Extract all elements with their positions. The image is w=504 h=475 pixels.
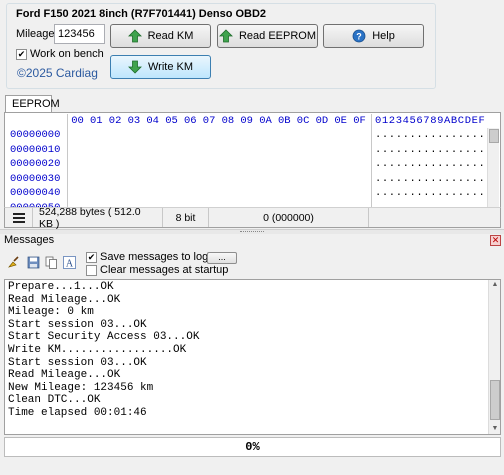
cursor-position: 0 (000000) xyxy=(209,208,369,227)
read-eeprom-label: Read EEPROM xyxy=(238,30,317,42)
progress-bar: 0% xyxy=(4,437,501,457)
clear-startup-row[interactable]: Clear messages at startup xyxy=(86,264,228,276)
write-km-button[interactable]: Write KM xyxy=(110,55,211,79)
svg-text:?: ? xyxy=(356,32,362,42)
messages-title: Messages xyxy=(4,234,55,246)
save-disk-icon[interactable] xyxy=(27,256,40,269)
menu-button[interactable] xyxy=(5,208,33,227)
clear-startup-checkbox[interactable] xyxy=(86,264,97,276)
hex-grid[interactable] xyxy=(69,128,370,212)
work-on-bench-checkbox[interactable]: ✔ xyxy=(16,48,27,60)
hex-column-label: 0A xyxy=(259,115,272,127)
help-button[interactable]: ? Help xyxy=(323,24,424,48)
read-eeprom-button[interactable]: Read EEPROM xyxy=(217,24,318,48)
clear-startup-label: Clear messages at startup xyxy=(100,264,229,276)
hex-column-label: 03 xyxy=(127,115,141,127)
scroll-thumb[interactable] xyxy=(490,380,500,420)
hex-column-label: 09 xyxy=(240,115,253,127)
hex-column-label: 06 xyxy=(183,115,197,127)
read-km-label: Read KM xyxy=(147,30,194,42)
copyright-text: ©2025 Cardiag xyxy=(17,66,98,80)
hex-address: 00000000 xyxy=(10,129,61,141)
hex-column-label: 0E xyxy=(334,115,347,127)
close-icon[interactable]: ✕ xyxy=(490,235,501,246)
mileage-input[interactable] xyxy=(54,24,105,44)
address-divider xyxy=(67,114,68,217)
hex-column-label: 04 xyxy=(146,115,159,127)
hex-address: 00000030 xyxy=(10,172,61,185)
log-line: Mileage: 0 km xyxy=(8,306,94,319)
save-log-row[interactable]: ✔ Save messages to log file xyxy=(86,251,225,263)
hex-address: 00000020 xyxy=(10,158,61,171)
log-vertical-scrollbar[interactable]: ▲ ▼ xyxy=(488,280,500,434)
tab-eeprom[interactable]: EEPROM xyxy=(5,95,60,113)
work-on-bench-row[interactable]: ✔ Work on bench xyxy=(16,48,104,60)
hex-column-label: 0B xyxy=(277,115,291,127)
hex-ascii-row: ................ xyxy=(375,158,486,171)
log-line: Start session 03...OK xyxy=(8,356,147,369)
ascii-column-header: 0123456789ABCDEF xyxy=(375,115,486,127)
hex-address: 00000040 xyxy=(10,187,61,200)
browse-log-button[interactable]: ... xyxy=(207,252,237,264)
file-size: 524,288 bytes ( 512.0 KB ) xyxy=(33,206,163,230)
font-icon[interactable]: A xyxy=(63,256,76,269)
log-line: Start session 03...OK xyxy=(8,318,147,331)
log-line: Prepare...1...OK xyxy=(8,281,114,293)
hex-column-label: 0C xyxy=(296,115,310,127)
hex-column-label: 0D xyxy=(315,115,329,127)
save-log-checkbox[interactable]: ✔ xyxy=(86,251,97,263)
device-title: Ford F150 2021 8inch (R7F701441) Denso O… xyxy=(13,8,270,20)
green-arrow-up-icon xyxy=(127,29,142,43)
scroll-down-icon[interactable]: ▼ xyxy=(491,425,499,433)
hex-column-label: 0F xyxy=(353,115,366,127)
hex-column-label: 02 xyxy=(108,115,122,127)
log-line: Time elapsed 00:01:46 xyxy=(8,407,147,419)
write-km-label: Write KM xyxy=(147,61,194,73)
read-km-button[interactable]: Read KM xyxy=(110,24,211,48)
panel-splitter[interactable] xyxy=(0,229,504,234)
copy-icon[interactable] xyxy=(45,256,58,269)
svg-text:A: A xyxy=(66,259,74,270)
hex-column-label: 07 xyxy=(202,115,216,127)
log-line: Read Mileage...OK xyxy=(8,369,121,382)
scroll-up-icon[interactable]: ▲ xyxy=(491,281,499,289)
hex-ascii-row: ................ xyxy=(375,129,486,141)
hex-column-label: 01 xyxy=(89,115,103,127)
work-on-bench-label: Work on bench xyxy=(30,48,104,60)
log-line: Write KM.................OK xyxy=(8,344,187,356)
green-arrow-down-icon xyxy=(128,60,142,74)
bottom-strip xyxy=(0,460,504,475)
hex-vertical-scrollbar[interactable] xyxy=(487,128,499,214)
help-question-icon: ? xyxy=(352,29,366,43)
log-line: New Mileage: 123456 km xyxy=(8,381,154,394)
hamburger-icon xyxy=(12,212,25,223)
progress-label: 0% xyxy=(245,440,260,454)
green-arrow-up-icon xyxy=(219,29,233,43)
scroll-thumb[interactable] xyxy=(489,129,499,143)
log-line: Read Mileage...OK xyxy=(8,293,121,306)
hex-address: 00000010 xyxy=(10,143,61,156)
hex-column-label: 00 xyxy=(71,115,84,127)
hex-ascii-row: ................ xyxy=(375,187,486,200)
log-line: Clean DTC...OK xyxy=(8,394,101,407)
messages-toolbar: A xyxy=(0,248,504,278)
message-log[interactable]: Prepare...1...OK Read Mileage...OK Mileage… xyxy=(4,279,501,435)
hex-column-label: 05 xyxy=(165,115,178,127)
status-bar: 524,288 bytes ( 512.0 KB ) 8 bit 0 (0000… xyxy=(4,206,501,230)
ascii-divider xyxy=(371,114,372,217)
clear-brush-icon[interactable] xyxy=(7,256,20,269)
help-label: Help xyxy=(372,30,395,42)
hex-column-label: 08 xyxy=(221,115,235,127)
bit-width: 8 bit xyxy=(163,208,209,227)
log-line: Start Security Access 03...OK xyxy=(8,331,200,344)
hex-ascii-row: ................ xyxy=(375,172,486,185)
mileage-label: Mileage: xyxy=(16,28,58,40)
hex-ascii-row: ................ xyxy=(375,143,486,156)
